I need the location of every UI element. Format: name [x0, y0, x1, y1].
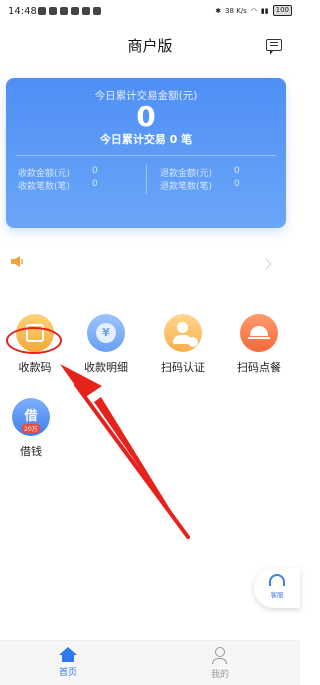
user-icon	[212, 647, 227, 664]
tab-home[interactable]: 首页	[38, 647, 98, 678]
customer-service-button[interactable]: 客服	[254, 568, 300, 608]
home-icon	[59, 647, 77, 662]
tab-label: 我的	[210, 670, 229, 680]
customer-service-label: 客服	[270, 591, 284, 599]
tab-mine[interactable]: 我的	[190, 647, 250, 680]
tab-bar: 首页 我的	[0, 640, 300, 685]
tab-label: 首页	[58, 668, 77, 678]
headset-icon	[269, 574, 285, 586]
